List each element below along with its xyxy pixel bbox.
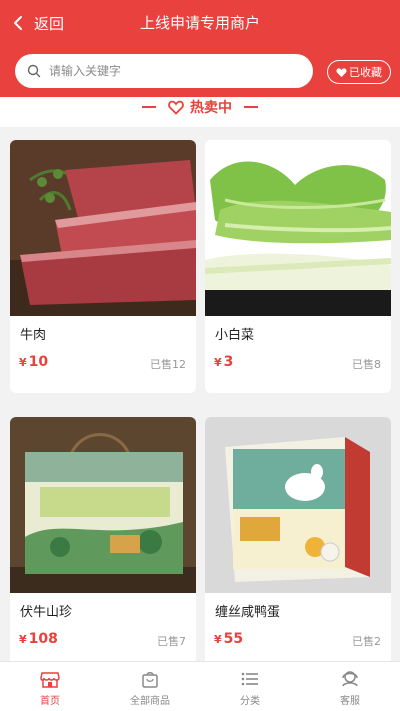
tab-label: 首页 [40, 696, 60, 707]
favorite-label: 已收藏 [349, 66, 382, 79]
search-input[interactable] [49, 64, 289, 78]
product-name: 缠丝咸鸭蛋 [215, 605, 281, 620]
tab-label: 客服 [340, 696, 360, 707]
section-title: 热卖中 [190, 100, 232, 116]
product-price: ¥3 [214, 354, 234, 370]
product-image-duck-egg-box [205, 417, 391, 593]
product-price: ¥55 [214, 631, 244, 647]
product-image-bok-choy [205, 140, 391, 316]
product-card[interactable]: 小白菜 ¥3 已售8 [205, 140, 391, 393]
sold-count: 已售8 [352, 358, 381, 371]
tab-home[interactable]: 首页 [0, 662, 100, 711]
tab-customer-service[interactable]: 客服 [300, 662, 400, 711]
bottom-tab-bar: 首页 全部商品 分类 客服 [0, 661, 400, 711]
favorite-button[interactable]: 已收藏 [327, 60, 391, 84]
headset-icon [342, 671, 358, 687]
search-box[interactable] [15, 54, 313, 88]
tab-label: 分类 [240, 696, 260, 707]
divider-right [244, 106, 258, 108]
product-image-gift-box [10, 417, 196, 593]
sold-count: 已售12 [150, 358, 186, 371]
product-card[interactable]: 缠丝咸鸭蛋 ¥55 已售2 [205, 417, 391, 670]
hot-section-title: 热卖中 [0, 97, 400, 117]
tab-label: 全部商品 [130, 696, 170, 707]
search-icon [27, 64, 41, 78]
header-bar: 返回 上线申请专用商户 已收藏 [0, 0, 400, 97]
product-name: 小白菜 [215, 328, 255, 343]
product-card[interactable]: 牛肉 ¥10 已售12 [10, 140, 196, 393]
product-name: 伏牛山珍 [20, 605, 73, 620]
page-title: 上线申请专用商户 [139, 14, 260, 32]
product-name: 牛肉 [20, 328, 47, 343]
product-price: ¥108 [19, 631, 58, 647]
tab-category[interactable]: 分类 [200, 662, 300, 711]
heart-icon [336, 67, 347, 77]
product-image-beef [10, 140, 196, 316]
sold-count: 已售7 [157, 635, 186, 648]
sold-count: 已售2 [352, 635, 381, 648]
product-card[interactable]: 伏牛山珍 ¥108 已售7 [10, 417, 196, 670]
bag-icon [142, 672, 158, 688]
list-icon [241, 672, 258, 686]
tab-all-products[interactable]: 全部商品 [100, 662, 200, 711]
heart-outline-icon [168, 100, 184, 115]
product-price: ¥10 [19, 354, 49, 370]
shop-icon [40, 672, 60, 688]
divider-left [142, 106, 156, 108]
